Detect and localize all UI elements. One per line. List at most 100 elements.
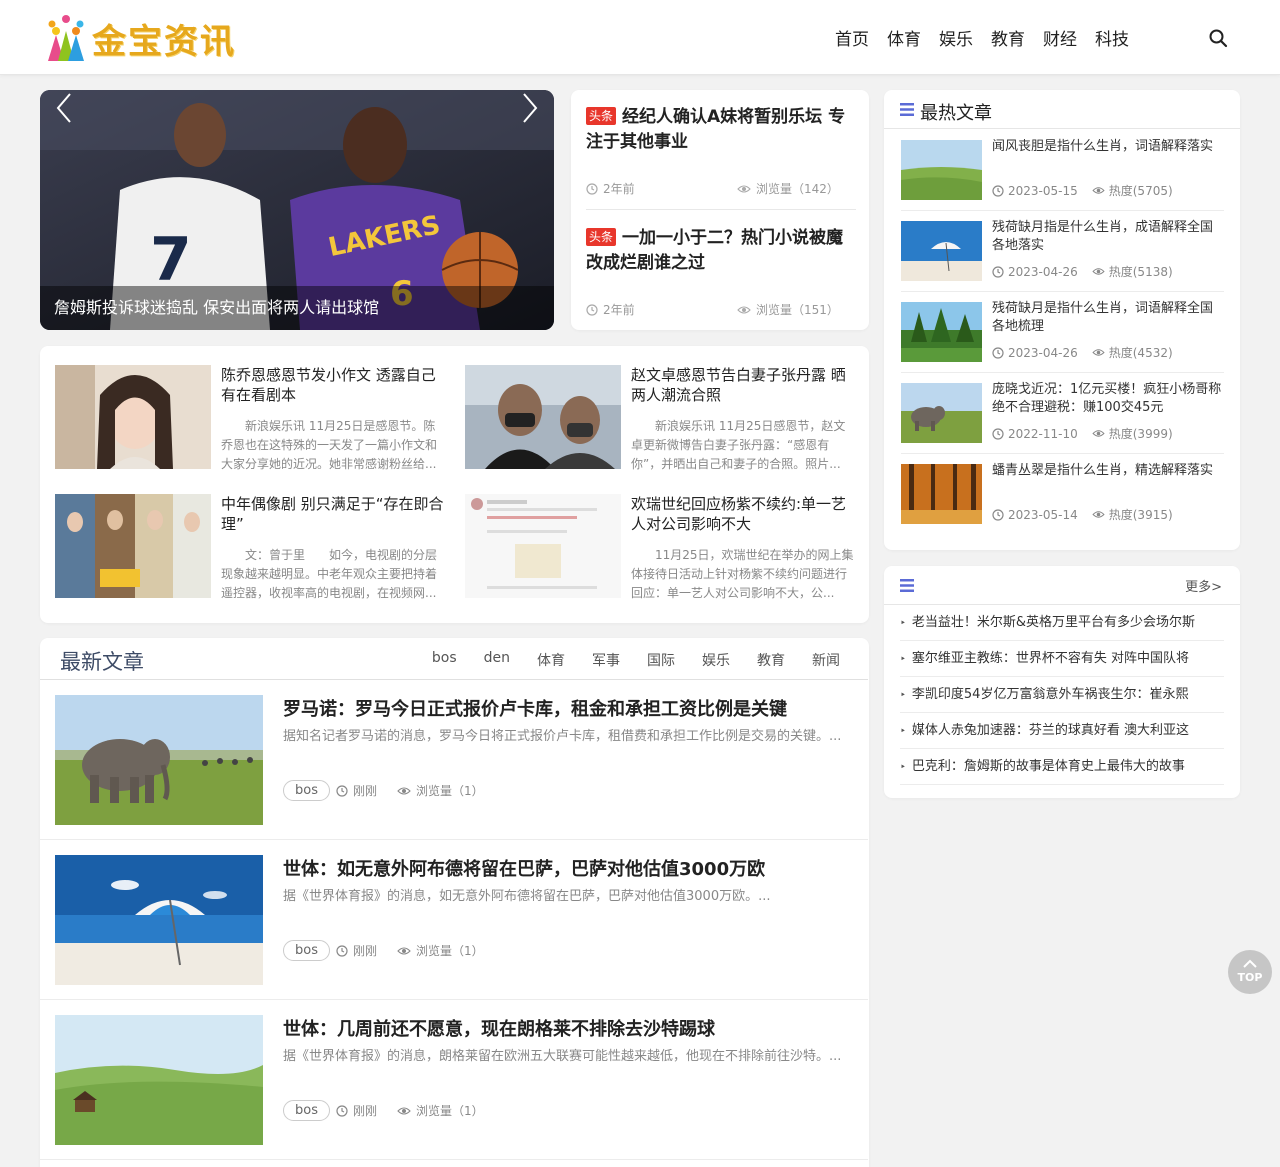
grid-thumbnail [55,494,211,598]
nav-item-finance[interactable]: 财经 [1043,25,1077,50]
article-tag[interactable]: bos [283,1100,330,1121]
nav-item-home[interactable]: 首页 [835,25,869,50]
eye-icon [1092,349,1105,356]
clock-icon [336,944,348,957]
tab-news[interactable]: 新闻 [812,650,840,670]
grid-desc: 新浪娱乐讯 11月25日感恩节，赵文卓更新微博告白妻子张丹露：“感恩有你”，并晒… [631,419,846,471]
slider-caption[interactable]: 詹姆斯投诉球迷捣乱 保安出面将两人请出球馆 [40,286,554,330]
article-desc: 据《世界体育报》的消息，朗格莱留在欧洲五大联赛可能性越来越低，他现在不排除前往沙… [283,1049,842,1064]
hot-thumbnail [901,464,982,524]
grid-item[interactable]: 陈乔恩感恩节发小作文 透露自己有在看剧本 新浪娱乐讯 11月25日是感恩节。陈乔… [55,365,455,471]
links-widget: 更多> 老当益壮！米尔斯&英格万里平台有多少会场尔斯 塞尔维亚主教练：世界杯不容… [884,566,1240,798]
grid-thumbnail [55,365,211,469]
article-title: 罗马诺：罗马今日正式报价卢卡库，租金和承担工资比例是关键 [283,699,787,720]
clock-icon [992,508,1004,521]
hot-item[interactable]: 闻风丧胆是指什么生肖，词语解释落实 2023-05-15 热度(5705) [901,130,1224,211]
headline-1[interactable]: 头条 经纪人确认A妹将暂别乐坛 专注于其他事业 [586,105,856,155]
tab-sports[interactable]: 体育 [537,650,565,670]
category-tabs: bos den 体育 军事 国际 娱乐 教育 新闻 [405,650,840,670]
hot-item[interactable]: 残荷缺月指是什么生肖，成语解释全国各地落实 2023-04-26 热度(5138… [901,211,1224,292]
article-time: 刚刚 [352,944,377,958]
grid-item[interactable]: 中年偶像剧 别只满足于“存在即合理” 文：曾于里 如今，电视剧的分层现象越来越明… [55,494,455,600]
nav-item-entertainment[interactable]: 娱乐 [939,25,973,50]
headline-divider [586,209,856,210]
grid-item[interactable]: 欢瑞世纪回应杨紫不续约:单一艺人对公司影响不大 11月25日，欢瑞世纪在举办的网… [465,494,865,600]
search-icon[interactable] [1208,28,1228,48]
article-desc: 据《世界体育报》的消息，如无意外阿布德将留在巴萨，巴萨对他估值3000万欧。..… [283,889,771,904]
link-item[interactable]: 媒体人赤兔加速器：芬兰的球真好看 澳大利亚这 [900,713,1224,749]
tab-international[interactable]: 国际 [647,650,675,670]
slider-next-icon[interactable] [518,90,542,126]
more-link[interactable]: 更多> [1185,576,1222,595]
slider-prev-icon[interactable] [52,90,76,126]
article-thumbnail [55,695,263,825]
hot-item[interactable]: 蟠青丛翠是指什么生肖，精选解释落实 2023-05-14 热度(3915) [901,454,1224,535]
hot-item-title: 蟠青丛翠是指什么生肖，精选解释落实 [992,463,1214,478]
article-item[interactable]: 世体：如无意外阿布德将留在巴萨，巴萨对他估值3000万欧 据《世界体育报》的消息… [40,840,868,1000]
link-item[interactable]: 巴克利：詹姆斯的故事是体育史上最伟大的故事 [900,749,1224,785]
tab-military[interactable]: 军事 [592,650,620,670]
eye-icon [1092,268,1105,275]
article-title: 世体：如无意外阿布德将留在巴萨，巴萨对他估值3000万欧 [283,859,766,880]
menu-icon [900,579,914,592]
site-logo[interactable]: 金宝资讯 [42,10,247,66]
main-nav: 首页 体育 娱乐 教育 财经 科技 [835,25,1147,50]
tab-den[interactable]: den [484,650,510,670]
clock-icon [992,427,1004,440]
eye-icon [1092,430,1105,437]
hot-articles: 最热文章 闻风丧胆是指什么生肖，词语解释落实 2023-05-15 热度(570… [884,90,1240,550]
hot-title: 最热文章 [920,103,992,124]
hot-thumbnail [901,383,982,443]
article-views: 浏览量（1） [416,784,484,798]
eye-icon [1092,511,1105,518]
grid-thumbnail [465,365,621,469]
tab-bos[interactable]: bos [432,650,457,670]
hot-item-title: 残荷缺月指是什么生肖，成语解释全国各地落实 [992,220,1214,253]
hot-item[interactable]: 残荷缺月是指什么生肖，词语解释全国各地梳理 2023-04-26 热度(4532… [901,292,1224,373]
hot-item-meta: 2023-04-26 热度(5138) [992,263,1173,280]
grid-desc: 文：曾于里 如今，电视剧的分层现象越来越明显。中老年观众主要把持着遥控器，收视率… [221,548,438,600]
article-thumbnail [55,855,263,985]
grid-title: 赵文卓感恩节告白妻子张丹露 晒两人潮流合照 [631,366,846,404]
grid-item[interactable]: 赵文卓感恩节告白妻子张丹露 晒两人潮流合照 新浪娱乐讯 11月25日感恩节，赵文… [465,365,865,471]
hot-header: 最热文章 [884,90,1240,129]
latest-articles: 最新文章 bos den 体育 军事 国际 娱乐 教育 新闻 罗马诺：罗马今日正… [40,638,869,1167]
nav-item-education[interactable]: 教育 [991,25,1025,50]
tab-entertainment[interactable]: 娱乐 [702,650,730,670]
latest-title: 最新文章 [60,650,144,674]
article-meta: bos 刚刚 浏览量（1） [283,780,484,801]
hot-item-meta: 2023-05-14 热度(3915) [992,506,1173,523]
headline-2[interactable]: 头条 一加一小于二？热门小说被魔改成烂剧谁之过 [586,226,856,276]
article-time: 刚刚 [352,1104,377,1118]
eye-icon [397,1106,411,1115]
clock-icon [992,346,1004,359]
link-item[interactable]: 塞尔维亚主教练：世界杯不容有失 对阵中国队将 [900,641,1224,677]
hot-thumbnail [901,221,982,281]
latest-header: 最新文章 bos den 体育 军事 国际 娱乐 教育 新闻 [40,638,868,680]
eye-icon [737,305,751,314]
link-item[interactable]: 李凯印度54岁亿万富翁意外车祸丧生尔：崔永熙 [900,677,1224,713]
clock-icon [336,784,348,797]
article-item[interactable]: 世体：几周前还不愿意，现在朗格莱不排除去沙特踢球 据《世界体育报》的消息，朗格莱… [40,1000,868,1160]
clock-icon [336,1104,348,1117]
grid-title: 欢瑞世纪回应杨紫不续约:单一艺人对公司影响不大 [631,495,847,533]
tab-education[interactable]: 教育 [757,650,785,670]
link-item[interactable]: 老当益壮！米尔斯&英格万里平台有多少会场尔斯 [900,605,1224,641]
eye-icon [1092,187,1105,194]
grid-title: 中年偶像剧 别只满足于“存在即合理” [221,495,444,533]
hot-thumbnail [901,302,982,362]
site-header: 金宝资讯 首页 体育 娱乐 教育 财经 科技 [0,0,1280,75]
nav-item-tech[interactable]: 科技 [1095,25,1129,50]
hero-slider[interactable]: 7 LAKERS 6 詹姆斯投诉球迷捣乱 保安出面将两人请出球馆 [40,90,554,330]
article-tag[interactable]: bos [283,940,330,961]
article-tag[interactable]: bos [283,780,330,801]
article-thumbnail [55,1015,263,1145]
back-to-top-button[interactable]: TOP [1228,950,1272,994]
article-item[interactable]: 罗马诺：罗马今日正式报价卢卡库，租金和承担工资比例是关键 据知名记者罗马诺的消息… [40,680,868,840]
hot-item[interactable]: 庞晓戈近况：1亿元买楼！疯狂小杨哥称绝不合理避税：赚100交45元 2022-1… [901,373,1224,454]
headline-title: 一加一小于二？热门小说被魔改成烂剧谁之过 [586,228,844,273]
menu-icon [900,103,914,116]
nav-item-sports[interactable]: 体育 [887,25,921,50]
logo-text: 金宝资讯 [92,21,236,62]
hot-item-title: 闻风丧胆是指什么生肖，词语解释落实 [992,139,1214,154]
